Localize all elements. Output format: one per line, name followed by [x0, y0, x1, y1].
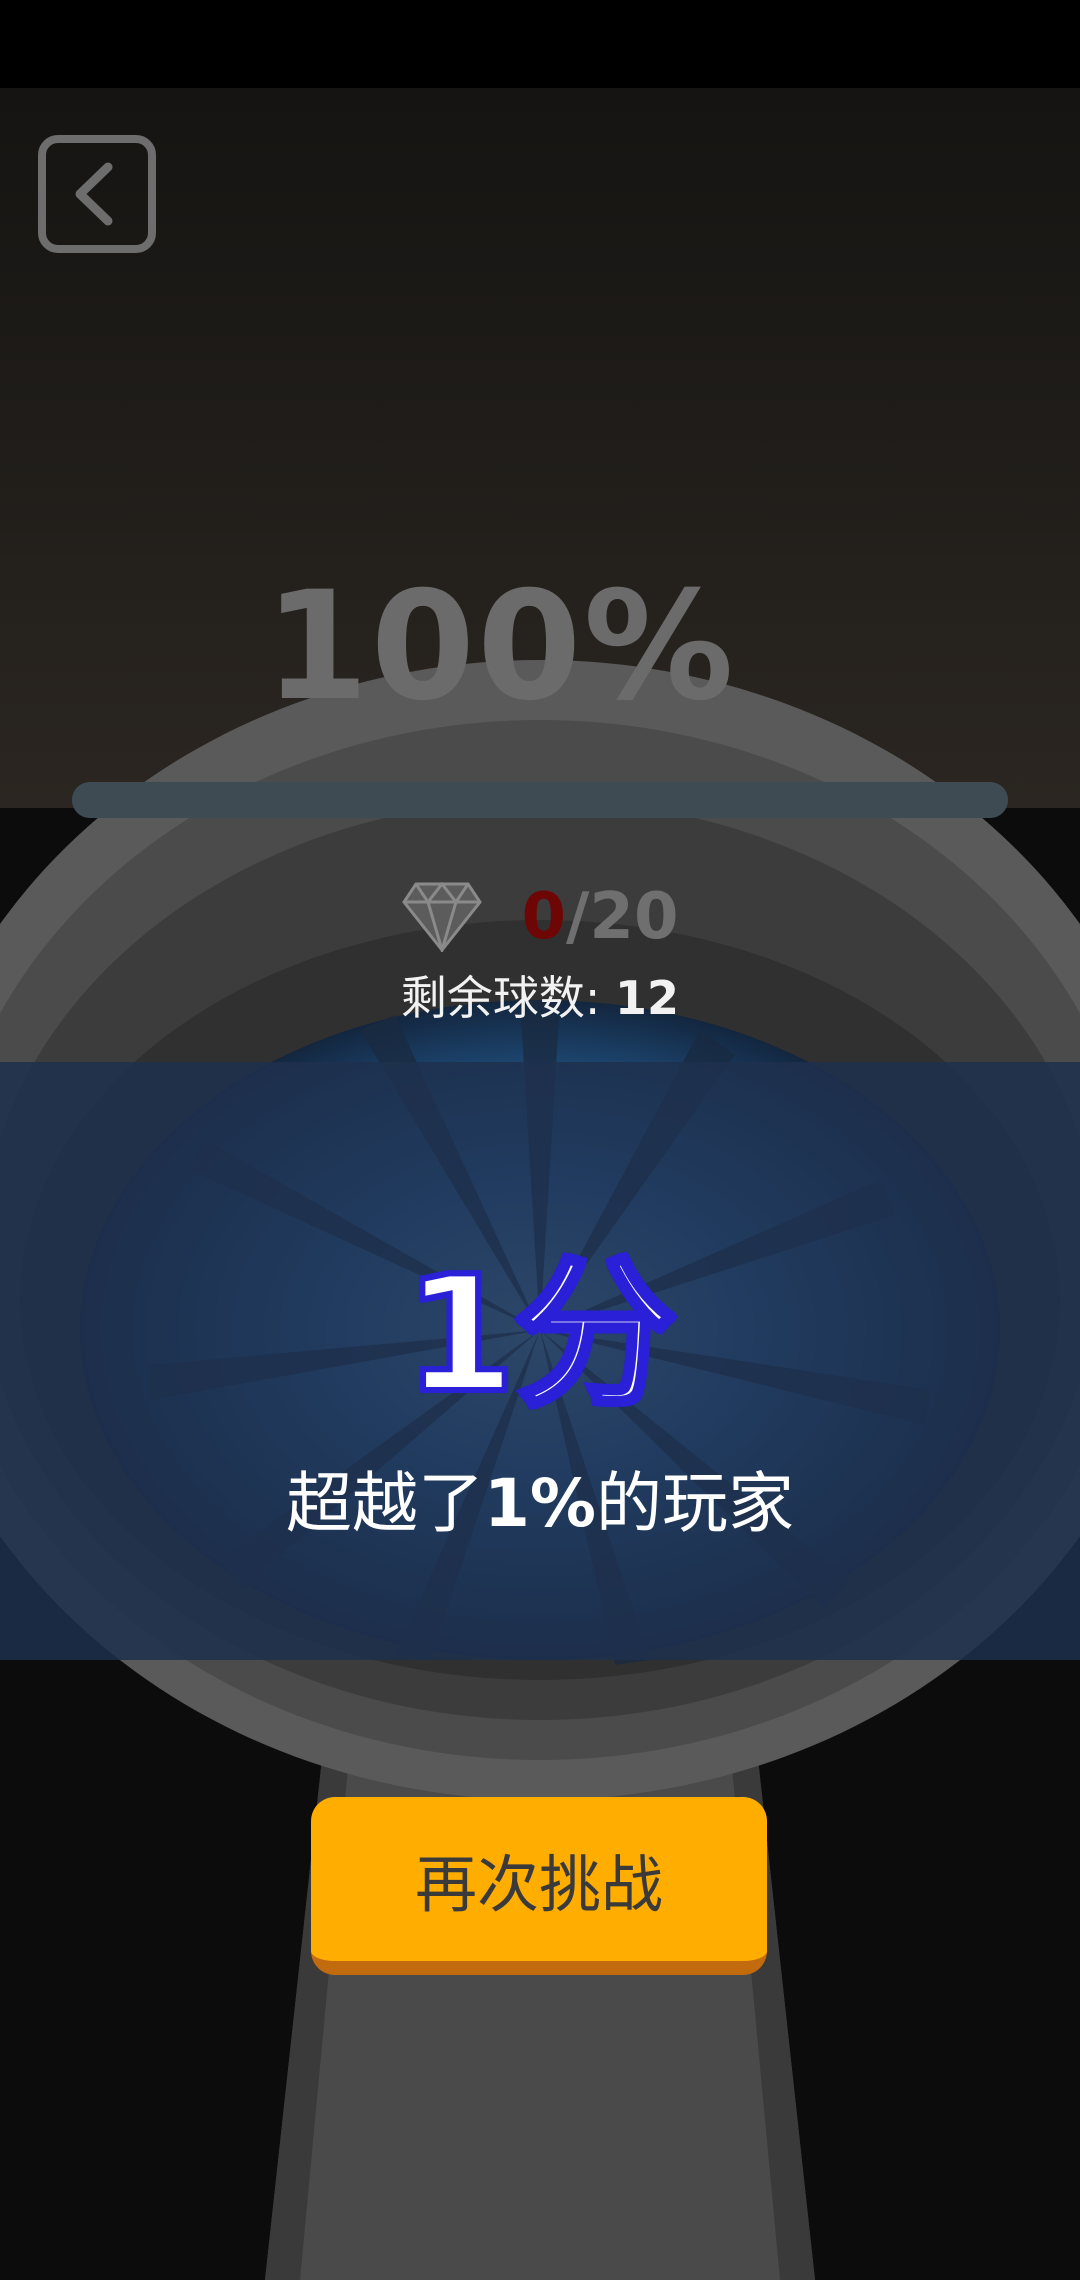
- rank-line: 超越了1%的玩家: [0, 1450, 1080, 1546]
- gem-collected: 0: [521, 880, 567, 954]
- rank-suffix: 的玩家: [596, 1465, 795, 1542]
- rank-prefix: 超越了: [285, 1465, 484, 1542]
- retry-button[interactable]: 再次挑战: [311, 1797, 767, 1975]
- gem-counter: 0/20: [0, 872, 1080, 962]
- diamond-icon: [401, 882, 482, 952]
- back-button[interactable]: [38, 135, 156, 253]
- remaining-balls: 剩余球数: 12: [0, 962, 1080, 1028]
- score: 1分: [401, 1241, 678, 1428]
- remaining-balls-label: 剩余球数:: [400, 971, 616, 1025]
- rank-value: 1%: [483, 1465, 597, 1542]
- progress-bar-fill: [72, 782, 1008, 818]
- retry-button-label: 再次挑战: [414, 1848, 663, 1921]
- progress-percent: 100%: [264, 560, 736, 734]
- progress-bar: [72, 782, 1008, 818]
- remaining-balls-value: 12: [615, 971, 680, 1025]
- chevron-left-icon: [75, 162, 113, 226]
- gem-total: 20: [589, 880, 679, 954]
- gem-count: 0/20: [522, 880, 679, 954]
- gem-separator: /: [566, 880, 590, 954]
